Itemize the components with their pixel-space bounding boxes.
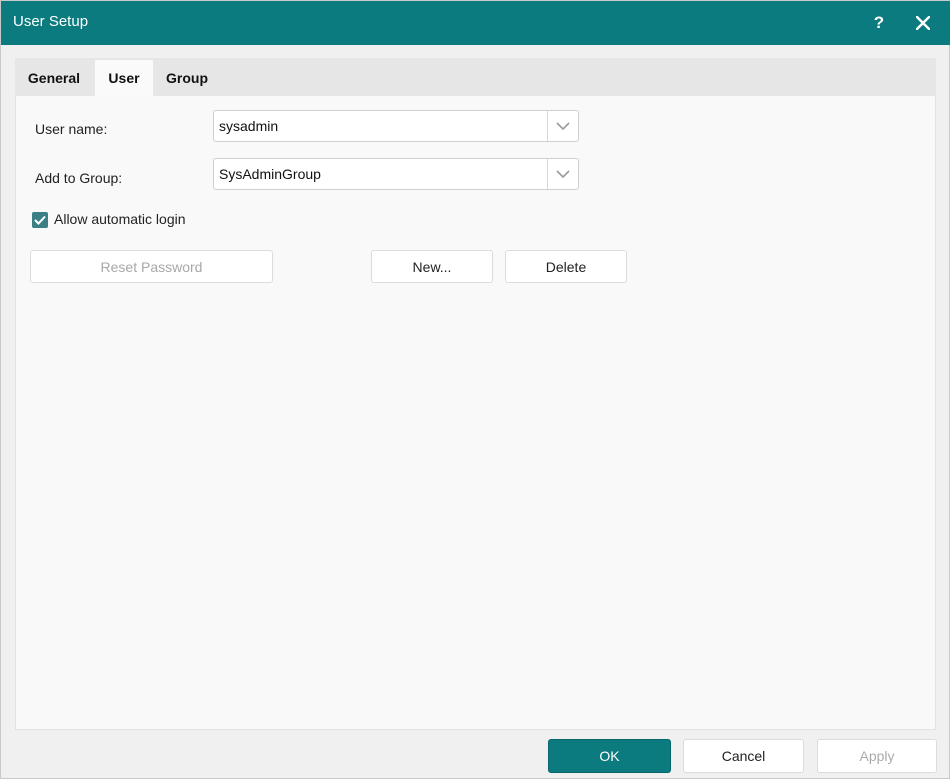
ok-button[interactable]: OK [548,739,671,773]
add-to-group-value[interactable]: SysAdminGroup [219,166,321,182]
user-tab-panel: User name: sysadmin Add to Group: SysAdm… [15,96,936,730]
allow-automatic-login-checkbox[interactable] [32,212,48,228]
tab-strip: General User Group [15,58,936,96]
close-icon [916,16,930,30]
tab-user[interactable]: User [95,60,153,96]
question-mark-icon: ? [873,13,885,32]
new-user-button[interactable]: New... [371,250,493,283]
title-bar[interactable]: User Setup ? [1,1,950,45]
tab-general[interactable]: General [15,60,93,96]
chevron-down-icon [556,169,570,178]
tab-group[interactable]: Group [155,60,219,96]
apply-button[interactable]: Apply [817,739,937,773]
user-name-dropdown-button[interactable] [547,111,578,141]
checkmark-icon [34,215,46,225]
user-name-label: User name: [35,121,108,137]
help-button[interactable]: ? [865,9,893,37]
delete-user-button[interactable]: Delete [505,250,627,283]
window-title: User Setup [13,13,89,30]
add-to-group-combobox[interactable]: SysAdminGroup [213,158,579,190]
reset-password-button[interactable]: Reset Password [30,250,273,283]
allow-automatic-login-label[interactable]: Allow automatic login [54,211,186,227]
cancel-button[interactable]: Cancel [683,739,804,773]
user-name-combobox[interactable]: sysadmin [213,110,579,142]
add-to-group-label: Add to Group: [35,170,123,186]
chevron-down-icon [556,121,570,130]
user-name-value[interactable]: sysadmin [219,118,278,134]
user-setup-dialog: User Setup ? General User Group User nam… [0,0,950,779]
add-to-group-dropdown-button[interactable] [547,159,578,189]
close-button[interactable] [909,9,937,37]
